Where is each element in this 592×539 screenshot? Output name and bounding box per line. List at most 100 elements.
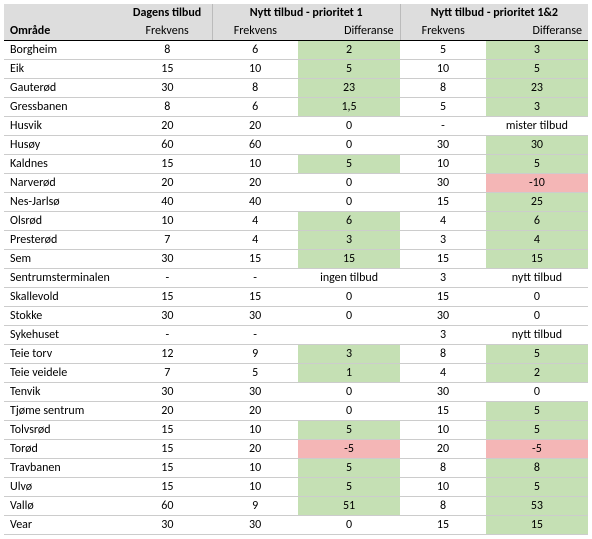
cell-freq-current: - (122, 269, 212, 288)
cell-freq-p1: 10 (212, 155, 298, 174)
table-row: Sentrumsterminalen--ingen tilbud3nytt ti… (4, 269, 588, 288)
cell-diff-p12: -5 (486, 440, 588, 459)
frequency-table: Område Dagens tilbud Nytt tilbud - prior… (4, 4, 588, 535)
cell-diff-p12: 23 (486, 79, 588, 98)
cell-freq-p12: 8 (400, 79, 486, 98)
table-body: Borgheim86253Eik15105105Gauterød30823823… (4, 41, 588, 535)
table-row: Travbanen1510588 (4, 459, 588, 478)
table-row: Husøy606003030 (4, 136, 588, 155)
cell-freq-p12: 20 (400, 440, 486, 459)
cell-diff-p1: 0 (298, 402, 400, 421)
table-row: Vear303001515 (4, 516, 588, 535)
cell-freq-p1: 15 (212, 288, 298, 307)
cell-freq-p1: 4 (212, 231, 298, 250)
table-row: Vallø60951853 (4, 497, 588, 516)
cell-freq-p12: 15 (400, 402, 486, 421)
cell-freq-p12: 15 (400, 516, 486, 535)
cell-freq-current: 7 (122, 231, 212, 250)
cell-freq-current: 12 (122, 345, 212, 364)
cell-diff-p1: 0 (298, 117, 400, 136)
cell-diff-p12: 3 (486, 98, 588, 117)
cell-freq-current: - (122, 326, 212, 345)
cell-diff-p12: 5 (486, 478, 588, 497)
cell-diff-p1: 0 (298, 193, 400, 212)
cell-freq-current: 20 (122, 117, 212, 136)
cell-freq-p12: 10 (400, 60, 486, 79)
cell-freq-p1: 10 (212, 478, 298, 497)
cell-area: Tenvik (4, 383, 122, 402)
table-row: Stokke30300300 (4, 307, 588, 326)
header-group-current: Dagens tilbud (122, 4, 212, 22)
table-row: Eik15105105 (4, 60, 588, 79)
cell-freq-current: 15 (122, 478, 212, 497)
cell-freq-p12: 15 (400, 250, 486, 269)
cell-freq-current: 15 (122, 288, 212, 307)
cell-freq-p1: 4 (212, 212, 298, 231)
cell-freq-current: 60 (122, 136, 212, 155)
cell-freq-current: 10 (122, 212, 212, 231)
cell-freq-p1: 20 (212, 117, 298, 136)
header-group-p12: Nytt tilbud - prioritet 1&2 (400, 4, 588, 22)
cell-diff-p12: 5 (486, 60, 588, 79)
cell-freq-p12: 4 (400, 364, 486, 383)
table-row: Tenvik30300300 (4, 383, 588, 402)
cell-freq-current: 30 (122, 383, 212, 402)
cell-area: Olsrød (4, 212, 122, 231)
table-row: Torød1520-520-5 (4, 440, 588, 459)
cell-diff-p12: 5 (486, 402, 588, 421)
cell-freq-p1: 6 (212, 41, 298, 60)
cell-area: Presterød (4, 231, 122, 250)
cell-area: Teie torv (4, 345, 122, 364)
cell-freq-current: 15 (122, 60, 212, 79)
cell-freq-p1: 30 (212, 307, 298, 326)
cell-diff-p1: 0 (298, 516, 400, 535)
cell-freq-current: 40 (122, 193, 212, 212)
header-area: Område (4, 4, 122, 41)
cell-freq-p12: 15 (400, 288, 486, 307)
cell-freq-p12: 10 (400, 478, 486, 497)
cell-area: Narverød (4, 174, 122, 193)
table-row: Tolvsrød15105105 (4, 421, 588, 440)
cell-diff-p12: 4 (486, 231, 588, 250)
table-row: Gressbanen861,553 (4, 98, 588, 117)
cell-freq-p12: 3 (400, 231, 486, 250)
cell-freq-p1: 8 (212, 79, 298, 98)
cell-freq-p1: 40 (212, 193, 298, 212)
cell-diff-p1: 6 (298, 212, 400, 231)
cell-freq-p1: 6 (212, 98, 298, 117)
cell-freq-p1: 10 (212, 459, 298, 478)
cell-diff-p12: 6 (486, 212, 588, 231)
cell-diff-p12: 25 (486, 193, 588, 212)
cell-diff-p1: 51 (298, 497, 400, 516)
cell-diff-p12: 0 (486, 383, 588, 402)
cell-area: Gressbanen (4, 98, 122, 117)
table-row: Gauterød30823823 (4, 79, 588, 98)
cell-freq-p1: 5 (212, 364, 298, 383)
cell-area: Sem (4, 250, 122, 269)
cell-freq-p1: 30 (212, 383, 298, 402)
cell-diff-p1: 0 (298, 383, 400, 402)
header-freq-1: Frekvens (122, 22, 212, 41)
cell-area: Sykehuset (4, 326, 122, 345)
cell-freq-current: 15 (122, 459, 212, 478)
cell-area: Ulvø (4, 478, 122, 497)
cell-freq-current: 30 (122, 250, 212, 269)
cell-freq-current: 15 (122, 155, 212, 174)
table-row: Skallevold15150150 (4, 288, 588, 307)
cell-diff-p1: 1 (298, 364, 400, 383)
header-freq-3: Frekvens (400, 22, 486, 41)
cell-freq-current: 20 (122, 402, 212, 421)
cell-area: Husvik (4, 117, 122, 136)
cell-diff-p1: 23 (298, 79, 400, 98)
cell-diff-p1: 3 (298, 345, 400, 364)
cell-area: Vallø (4, 497, 122, 516)
cell-area: Kaldnes (4, 155, 122, 174)
cell-freq-p12: 30 (400, 136, 486, 155)
table-row: Kaldnes15105105 (4, 155, 588, 174)
cell-diff-p1: 0 (298, 174, 400, 193)
cell-freq-p1: 60 (212, 136, 298, 155)
table-row: Ulvø15105105 (4, 478, 588, 497)
cell-diff-p1: 5 (298, 459, 400, 478)
table-row: Tjøme sentrum20200155 (4, 402, 588, 421)
cell-diff-p1: 5 (298, 478, 400, 497)
